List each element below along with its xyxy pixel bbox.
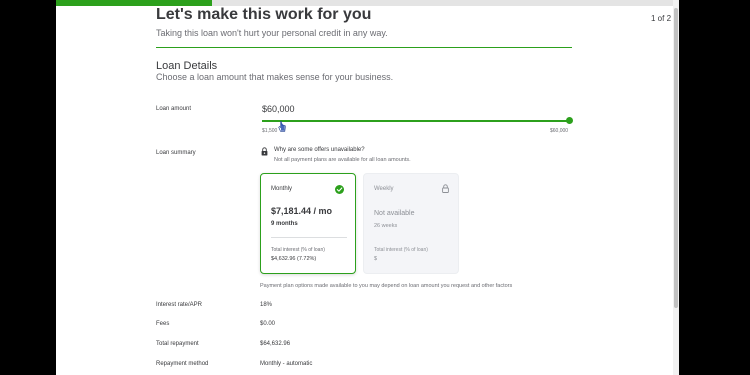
section-title: Loan Details <box>156 60 218 72</box>
section-divider <box>156 47 572 48</box>
interest-value: $4,632.96 (7.72%) <box>271 256 317 262</box>
page-title: Let's make this work for you <box>156 6 372 23</box>
slider-max-label: $60,000 <box>550 128 569 134</box>
page-subtitle: Taking this loan won't hurt your persona… <box>156 28 388 38</box>
interest-label: Total interest (% of loan) <box>374 247 428 253</box>
plan-term: 9 months <box>271 221 298 227</box>
detail-value: $64,632.96 <box>260 341 291 347</box>
loan-page: Let's make this work for you 1 of 2 Taki… <box>56 0 679 375</box>
card-divider <box>271 237 347 238</box>
loan-amount-slider[interactable] <box>262 120 569 122</box>
unavailable-offers-link[interactable]: Why are some offers unavailable? <box>274 147 365 153</box>
plan-name: Weekly <box>374 186 394 192</box>
detail-label: Total repayment <box>156 341 199 347</box>
scrollbar-thumb[interactable] <box>674 8 678 308</box>
plan-term: 26 weeks <box>374 223 398 229</box>
availability-status: Not available <box>374 210 415 217</box>
detail-value: $0.00 <box>260 321 276 327</box>
interest-value: $ <box>374 256 378 262</box>
cursor-icon <box>278 121 286 132</box>
detail-label: Interest rate/APR <box>156 302 203 308</box>
interest-label: Total interest (% of loan) <box>271 247 325 253</box>
payment-plan-disclaimer: Payment plan options made available to y… <box>260 283 513 289</box>
detail-label: Fees <box>156 321 170 327</box>
check-icon <box>335 185 344 194</box>
loan-summary-label: Loan summary <box>156 150 196 156</box>
loan-amount-label: Loan amount <box>156 106 192 112</box>
weekly-plan-card: Weekly Not available 26 weeks Total inte… <box>363 173 459 274</box>
loan-amount-value: $60,000 <box>262 104 295 114</box>
unavailable-offers-note: Not all payment plans are available for … <box>274 157 411 163</box>
monthly-plan-card[interactable]: Monthly $7,181.44 / mo 9 months Total in… <box>260 173 356 274</box>
screen: Let's make this work for you 1 of 2 Taki… <box>0 0 750 375</box>
detail-value: Monthly - automatic <box>260 361 313 367</box>
plan-name: Monthly <box>271 186 293 192</box>
detail-label: Repayment method <box>156 361 209 367</box>
lock-icon <box>261 147 268 156</box>
slider-min-label: $1,500 <box>262 128 278 134</box>
monthly-payment: $7,181.44 / mo <box>271 206 333 216</box>
section-subtitle: Choose a loan amount that makes sense fo… <box>156 72 394 82</box>
step-indicator: 1 of 2 <box>651 14 672 23</box>
detail-value: 18% <box>260 302 273 308</box>
slider-handle[interactable] <box>565 117 573 124</box>
lock-icon <box>442 184 449 193</box>
